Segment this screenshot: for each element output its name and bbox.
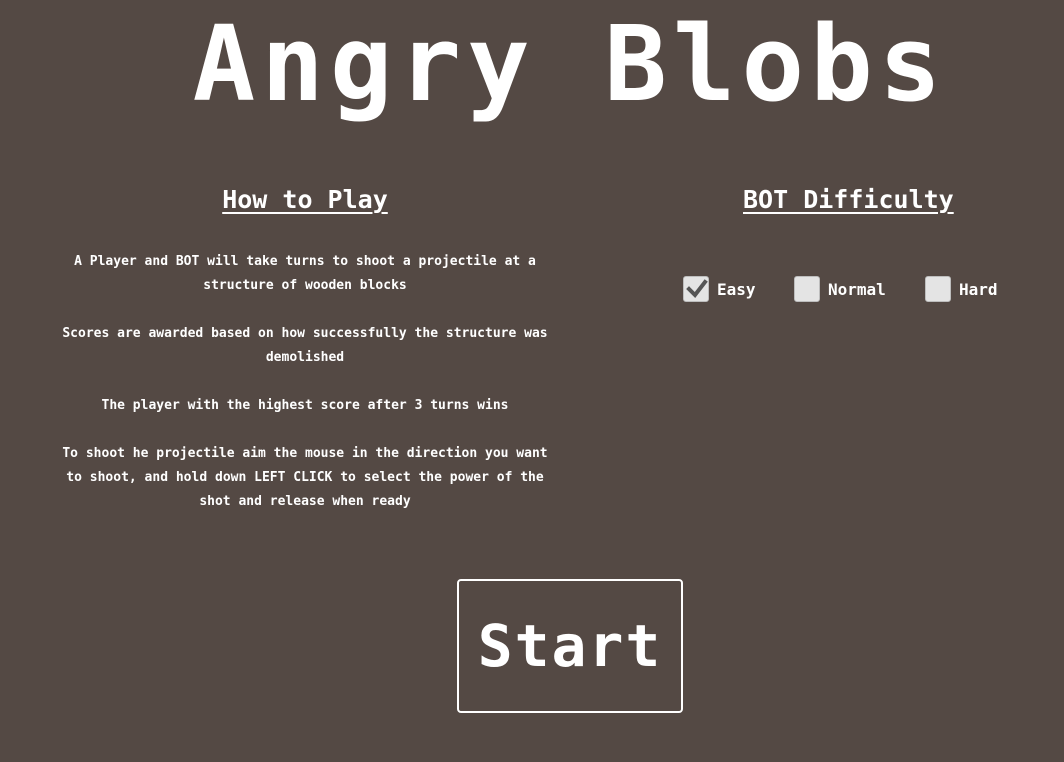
hard-label: Hard (959, 279, 998, 299)
how-to-play-heading: How to Play (222, 185, 388, 214)
instruction-paragraph: The player with the highest score after … (101, 398, 509, 413)
game-title: Angry Blobs (192, 3, 948, 125)
start-button[interactable]: Start (457, 579, 683, 713)
game-menu-screen: Angry Blobs How to Play A Player and BOT… (0, 0, 1064, 762)
easy-checkbox[interactable] (683, 276, 709, 302)
difficulty-option-normal[interactable]: Normal (794, 276, 886, 302)
checkmark-icon (686, 279, 708, 299)
difficulty-option-hard[interactable]: Hard (925, 276, 998, 302)
easy-label: Easy (717, 279, 756, 299)
instruction-paragraph: A Player and BOT will take turns to shoo… (74, 254, 536, 293)
difficulty-options: Easy Normal Hard (683, 276, 1043, 306)
instruction-paragraph: To shoot he projectile aim the mouse in … (62, 446, 548, 509)
instruction-paragraph: Scores are awarded based on how successf… (62, 326, 548, 365)
hard-checkbox[interactable] (925, 276, 951, 302)
normal-checkbox[interactable] (794, 276, 820, 302)
how-to-play-panel: How to Play A Player and BOT will take t… (48, 182, 562, 538)
normal-label: Normal (828, 279, 886, 299)
difficulty-option-easy[interactable]: Easy (683, 276, 756, 302)
bot-difficulty-heading: BOT Difficulty (743, 185, 954, 214)
